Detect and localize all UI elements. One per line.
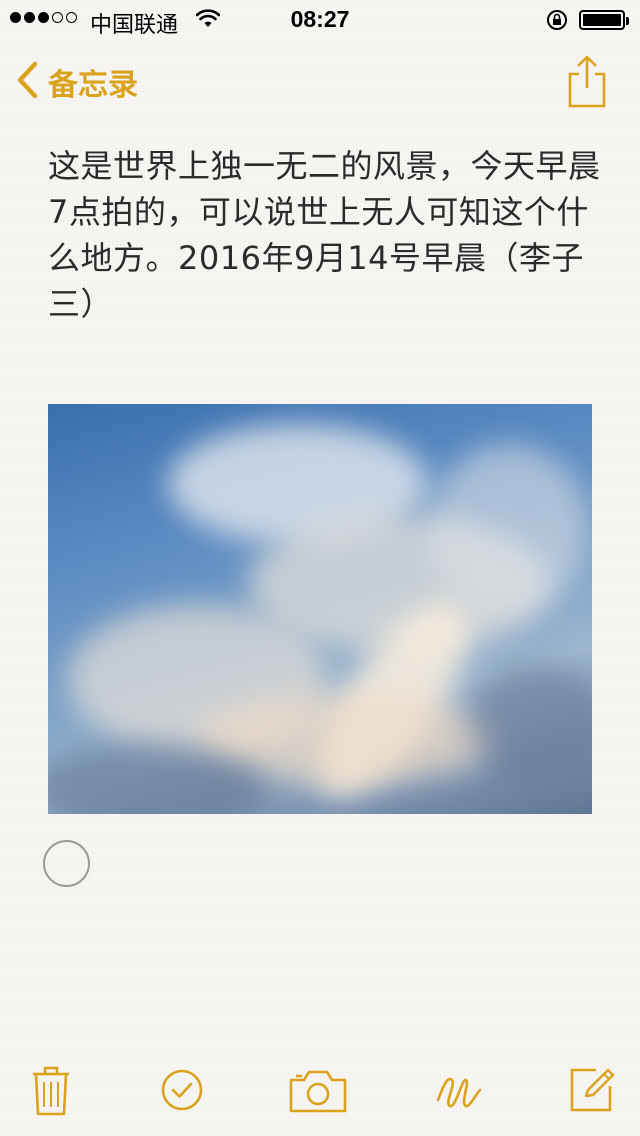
camera-icon (288, 1070, 348, 1118)
battery-icon (579, 10, 629, 30)
checklist-button[interactable] (160, 1068, 204, 1116)
sketch-button[interactable] (434, 1064, 484, 1118)
chevron-left-icon (16, 61, 38, 103)
navigation-bar: 备忘录 (0, 40, 640, 128)
cloud-shape (468, 664, 592, 784)
share-icon (566, 55, 608, 114)
sketch-icon (434, 1077, 484, 1118)
status-time: 08:27 (290, 6, 350, 32)
status-bar: 中国联通 08:27 (0, 0, 640, 40)
checklist-icon (160, 1069, 204, 1116)
note-body-text[interactable]: 这是世界上独一无二的风景，今天早晨7点拍的，可以说世上无人可知这个什么地方。20… (48, 143, 608, 327)
attached-photo[interactable] (48, 404, 592, 814)
trash-icon (30, 1066, 72, 1122)
checklist-checkbox[interactable] (43, 840, 90, 887)
share-button[interactable] (566, 54, 608, 114)
cloud-shape (428, 444, 588, 614)
compose-button[interactable] (568, 1064, 618, 1118)
delete-button[interactable] (30, 1062, 72, 1122)
camera-button[interactable] (288, 1068, 348, 1118)
back-button[interactable]: 备忘录 (16, 60, 138, 104)
back-button-label: 备忘录 (48, 68, 138, 103)
compose-icon (568, 1068, 618, 1118)
rotation-lock-icon (546, 9, 568, 37)
bottom-toolbar (0, 1050, 640, 1136)
